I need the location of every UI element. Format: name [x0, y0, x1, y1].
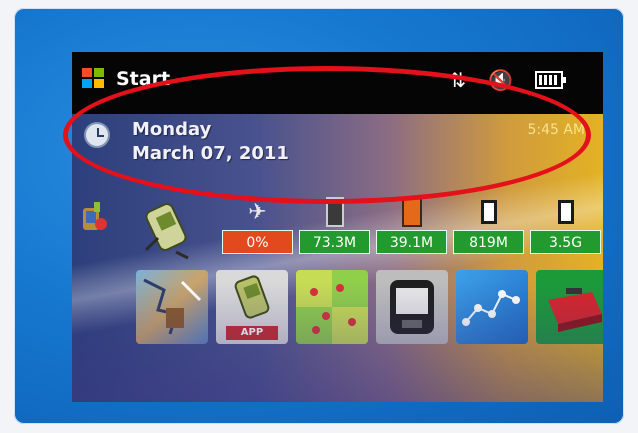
toolbox-icon[interactable]	[536, 270, 603, 344]
stat-signal[interactable]: ✈ 0%	[222, 194, 293, 254]
green-map-icon[interactable]	[296, 270, 368, 344]
stat-memory[interactable]: 39.1M	[376, 194, 447, 254]
battery-icon[interactable]	[535, 71, 566, 89]
signal-icon: ✈	[248, 199, 267, 225]
memory-icon	[401, 197, 422, 227]
stat-value: 819M	[453, 230, 524, 254]
time-label: 5:45 AM	[527, 122, 585, 138]
stat-storage-card-2[interactable]: 3.5G	[530, 194, 601, 254]
connectivity-icon[interactable]: ⇅	[449, 68, 466, 92]
tools-icon[interactable]	[80, 200, 108, 234]
device-icon[interactable]	[376, 270, 448, 344]
storage-card-icon	[480, 200, 497, 224]
stat-value: 39.1M	[376, 230, 447, 254]
device-screen: Start ⇅ 🔇 Monday March 07, 2011 5:45 AM	[72, 52, 603, 402]
phone-icon	[325, 197, 344, 227]
stat-phone[interactable]: 73.3M	[299, 194, 370, 254]
taskbar: Start ⇅ 🔇	[72, 52, 603, 114]
slide-frame: Start ⇅ 🔇 Monday March 07, 2011 5:45 AM	[0, 0, 638, 433]
date-block[interactable]: Monday March 07, 2011	[132, 118, 289, 166]
gps-app-icon[interactable]: APP	[216, 270, 288, 344]
map-app-icon[interactable]	[136, 270, 208, 344]
windows-logo-icon	[82, 68, 106, 90]
start-label: Start	[116, 68, 171, 90]
system-tray: ⇅ 🔇	[449, 68, 566, 92]
start-button[interactable]: Start	[82, 68, 170, 90]
stat-value: 0%	[222, 230, 293, 254]
route-icon[interactable]	[456, 270, 528, 344]
stat-storage-card[interactable]: 819M	[453, 194, 524, 254]
storage-card-2-icon	[557, 200, 574, 224]
clock-icon[interactable]	[84, 122, 110, 148]
date-label: March 07, 2011	[132, 143, 289, 164]
day-label: Monday	[132, 119, 212, 140]
app-icons-row: APP	[136, 270, 603, 344]
stat-value: 3.5G	[530, 230, 601, 254]
stat-value: 73.3M	[299, 230, 370, 254]
volume-mute-icon[interactable]: 🔇	[488, 68, 513, 92]
status-stats-row: ✈ 0% 73.3M 39.1M 819M 3.5G	[222, 194, 601, 254]
app-badge: APP	[226, 326, 278, 340]
gps-device-icon[interactable]	[138, 200, 196, 262]
